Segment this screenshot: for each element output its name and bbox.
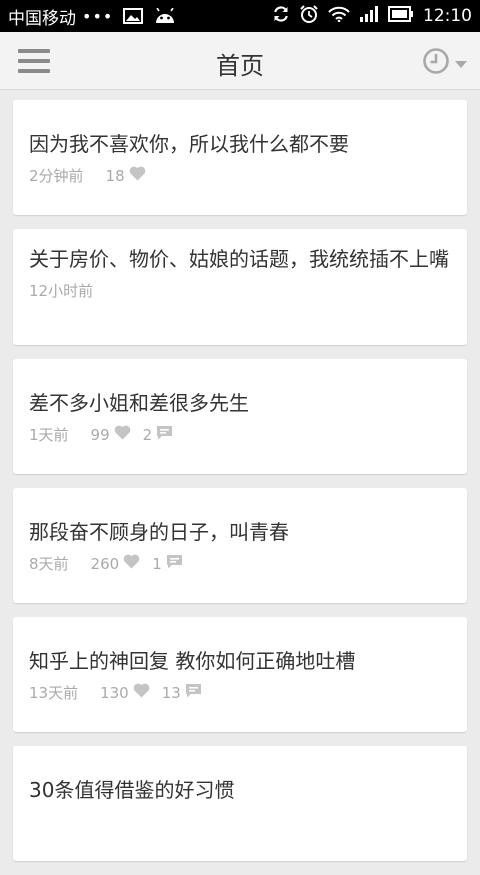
heart-icon [129, 166, 146, 185]
sync-icon [272, 5, 290, 28]
post-time: 13天前 [29, 684, 79, 702]
like-count: 99 [91, 425, 131, 444]
post-card[interactable]: 因为我不喜欢你，所以我什么都不要 2分钟前 18 [13, 100, 467, 215]
post-title: 那段奋不顾身的日子，叫青春 [29, 520, 289, 544]
post-card[interactable]: 关于房价、物价、姑娘的话题，我统统插不上嘴 12小时前 [13, 229, 467, 345]
gallery-icon [123, 8, 144, 24]
post-title: 关于房价、物价、姑娘的话题，我统统插不上嘴 [29, 247, 449, 271]
like-count: 18 [106, 166, 146, 185]
signal-icon [359, 5, 379, 27]
post-list: 因为我不喜欢你，所以我什么都不要 2分钟前 18 关于房价、物价、姑娘的话题，我… [13, 100, 467, 875]
comment-count: 2 [143, 425, 174, 444]
like-count: 260 [91, 554, 141, 573]
heart-icon [123, 554, 140, 573]
comment-count: 13 [162, 683, 202, 702]
carrier-label: 中国移动 [8, 8, 76, 29]
post-time: 8天前 [29, 555, 69, 573]
post-card[interactable]: 知乎上的神回复 教你如何正确地吐槽 13天前 130 13 [13, 617, 467, 732]
post-title: 知乎上的神回复 教你如何正确地吐槽 [29, 649, 356, 673]
status-bar: 中国移动 ••• 12:10 [0, 0, 480, 32]
post-title: 差不多小姐和差很多先生 [29, 391, 249, 415]
comment-icon [166, 554, 183, 573]
android-icon [153, 8, 177, 24]
battery-icon [388, 5, 414, 27]
post-title: 30条值得借鉴的好习惯 [29, 778, 235, 802]
comment-icon [185, 683, 202, 702]
heart-icon [133, 683, 150, 702]
post-card[interactable]: 30条值得借鉴的好习惯 [13, 746, 467, 861]
comment-icon [156, 425, 173, 444]
post-time: 1天前 [29, 426, 69, 444]
heart-icon [114, 425, 131, 444]
post-time: 12小时前 [29, 282, 94, 300]
status-time: 12:10 [423, 6, 472, 26]
post-card[interactable]: 差不多小姐和差很多先生 1天前 99 2 [13, 359, 467, 474]
notification-dots: ••• [82, 6, 114, 26]
post-time: 2分钟前 [29, 167, 84, 185]
page-title: 首页 [216, 52, 264, 80]
wifi-icon [328, 6, 350, 27]
comment-count: 1 [152, 554, 183, 573]
like-count: 130 [100, 683, 150, 702]
alarm-icon [299, 4, 319, 29]
clock-icon [422, 47, 450, 79]
post-title: 因为我不喜欢你，所以我什么都不要 [29, 132, 349, 156]
post-card[interactable]: 那段奋不顾身的日子，叫青春 8天前 260 1 [13, 488, 467, 603]
chevron-down-icon [454, 54, 468, 73]
app-bar: 首页 [0, 32, 480, 90]
history-dropdown-button[interactable] [422, 47, 468, 79]
